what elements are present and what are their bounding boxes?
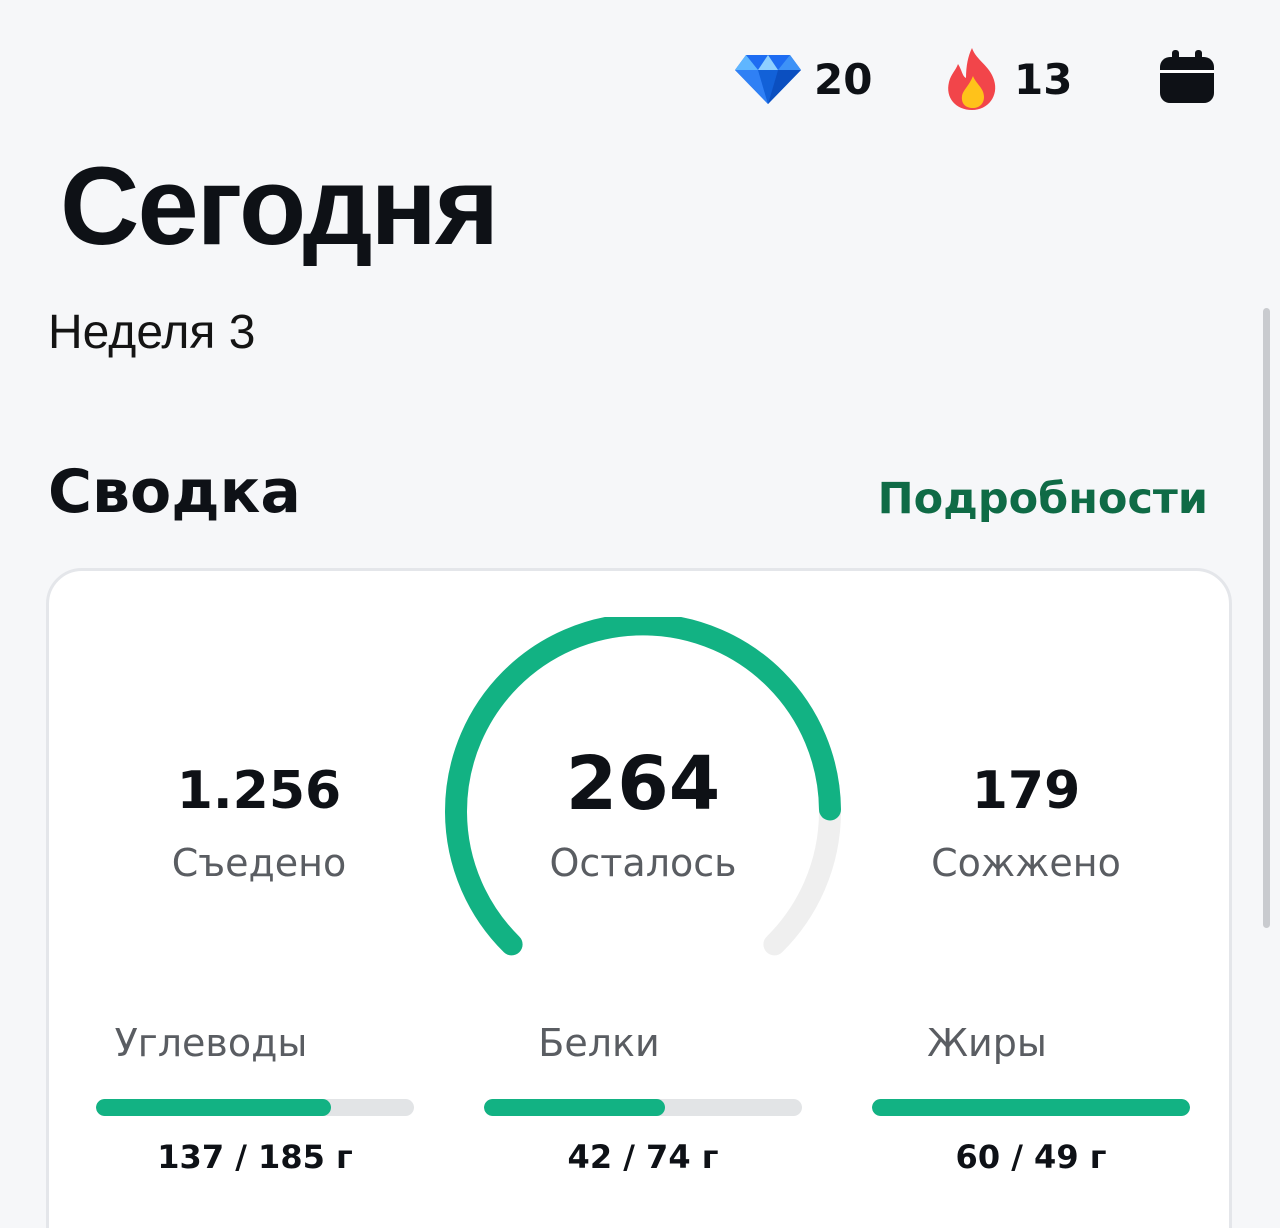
carbs-label: Углеводы [114,1021,308,1065]
macro-fat: Жиры 60 / 49 г [827,1021,1190,1176]
carbs-progress-bar [96,1099,414,1116]
scrollbar[interactable] [1263,308,1270,928]
carbs-progress-fill [96,1099,332,1116]
macro-protein: Белки 42 / 74 г [439,1021,802,1176]
protein-label: Белки [538,1021,660,1065]
remaining-value: 264 [565,741,721,827]
summary-card[interactable]: 1.256 264 179 Съедено Осталось Сожжено У… [46,568,1232,1228]
carbs-value: 137 / 185 г [157,1138,353,1176]
fat-value: 60 / 49 г [955,1138,1107,1176]
calendar-icon [1160,50,1214,103]
burned-value: 179 [971,761,1081,821]
fat-progress-bar [872,1099,1190,1116]
burned-label: Сожжено [931,841,1121,885]
protein-value: 42 / 74 г [567,1138,719,1176]
remaining-label: Осталось [549,841,737,885]
protein-progress-bar [484,1099,802,1116]
calendar-button[interactable] [1158,50,1216,104]
week-label: Неделя 3 [48,306,256,359]
diamond-icon [735,55,801,104]
today-screen: 20 13 Сегодня Неделя 3 Сводка Подробност… [0,0,1280,1228]
fat-progress-fill [872,1099,1190,1116]
macro-carbs: Углеводы 137 / 185 г [51,1021,414,1176]
page-title: Сегодня [60,145,499,268]
protein-progress-fill [484,1099,666,1116]
fire-icon [948,48,996,110]
streak-count: 13 [1014,54,1073,104]
fat-label: Жиры [927,1021,1047,1065]
gems-count: 20 [814,54,873,104]
gems-counter[interactable]: 20 [734,44,872,114]
eaten-value: 1.256 [176,761,342,821]
eaten-label: Съедено [171,841,347,885]
streak-counter[interactable]: 13 [942,44,1072,114]
summary-title: Сводка [48,457,301,527]
details-link[interactable]: Подробности [878,474,1208,524]
